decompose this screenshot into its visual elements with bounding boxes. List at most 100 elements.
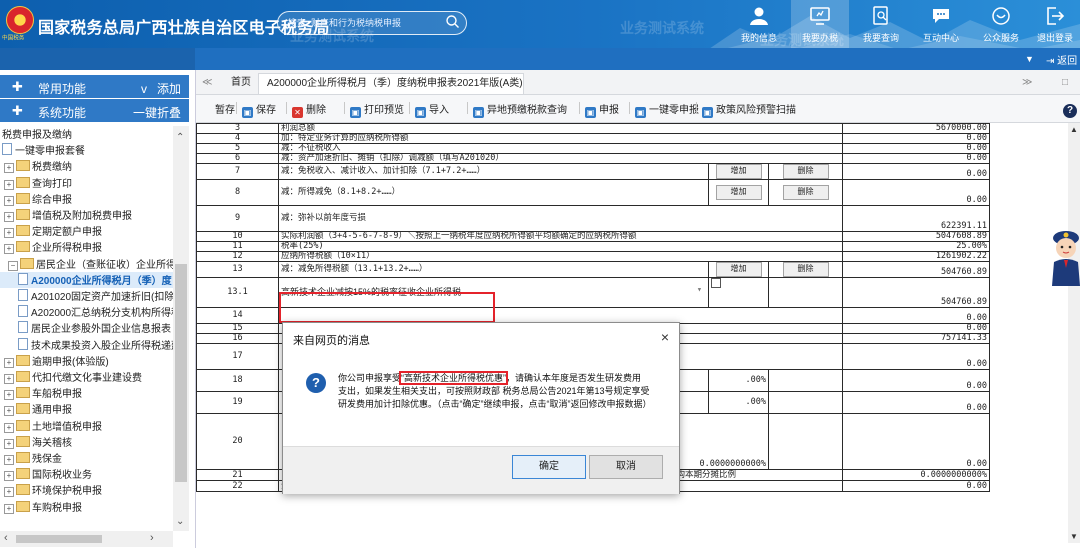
collapse-icon[interactable]: − <box>8 260 18 271</box>
expand-icon[interactable]: + <box>4 471 14 482</box>
scroll-thumb[interactable] <box>175 264 187 482</box>
expand-icon[interactable]: + <box>4 438 14 449</box>
search-input[interactable] <box>288 15 438 30</box>
tree-item[interactable]: + 国际税收业务 <box>0 466 173 482</box>
nav-public-service[interactable]: 公众服务 <box>972 0 1030 48</box>
assistant-avatar-icon[interactable] <box>1044 224 1080 286</box>
expand-icon[interactable]: + <box>4 195 14 206</box>
toolbar-button-query[interactable]: ▣ 异地预缴税款查询 <box>473 101 567 118</box>
tree-item[interactable]: + 定期定额户申报 <box>0 223 173 239</box>
tree-item[interactable]: 税费申报及缴纳 <box>0 126 173 142</box>
tree-item[interactable]: + 环境保护税申报 <box>0 482 173 498</box>
return-button[interactable]: ⇥ 返回 <box>1046 52 1077 67</box>
row-value-cell[interactable]: 0.00 <box>842 307 990 324</box>
row-value-cell[interactable]: 0.00 <box>842 153 990 164</box>
tab-scroll-left[interactable]: ≪ <box>202 73 212 94</box>
expand-icon[interactable]: + <box>4 163 14 174</box>
nav-interaction[interactable]: 互动中心 <box>912 0 970 48</box>
expand-icon[interactable]: + <box>4 244 14 255</box>
row-value-cell[interactable]: 757141.33 <box>842 333 990 344</box>
scroll-down-icon[interactable]: ⌄ <box>176 516 184 527</box>
relief-checkbox[interactable] <box>711 278 721 288</box>
tree-item[interactable]: 居民企业参股外国企业信息报表 <box>0 320 173 336</box>
scroll-up-icon[interactable]: ⌃ <box>176 132 184 143</box>
delete-row-button[interactable]: 删除 <box>782 262 829 277</box>
expand-icon[interactable]: + <box>4 357 14 368</box>
scroll-up-icon[interactable]: ▲ <box>1070 125 1078 134</box>
tree-item[interactable]: + 通用申报 <box>0 401 173 417</box>
add-row-button[interactable]: 增加 <box>715 262 762 277</box>
row-value-cell[interactable]: 0.00 <box>842 179 990 206</box>
collapse-all-button[interactable]: 一键折叠 <box>133 104 181 121</box>
common-functions-header[interactable]: ✚ 常用功能 v 添加 <box>0 75 189 98</box>
tree-item[interactable]: + 车购税申报 <box>0 499 173 515</box>
tree-item[interactable]: + 查询打印 <box>0 175 173 191</box>
delete-row-button[interactable]: 删除 <box>782 164 829 179</box>
toolbar-button-zero-declare[interactable]: ▣ 一键零申报 <box>635 101 699 118</box>
row-value-cell[interactable]: 0.00 <box>842 391 990 414</box>
row-value-cell[interactable]: 0.00 <box>842 480 990 492</box>
close-icon[interactable]: × <box>661 329 669 345</box>
expand-icon[interactable]: + <box>4 228 14 239</box>
toolbar-button-import[interactable]: ▣ 导入 <box>415 101 449 118</box>
row-value-cell[interactable]: 504760.89 <box>842 261 990 278</box>
tab-menu-icon[interactable]: □ <box>1062 73 1068 94</box>
row-value-cell[interactable]: 0.00 <box>842 133 990 144</box>
scroll-down-icon[interactable]: ▼ <box>1070 532 1078 541</box>
row-value-cell[interactable]: 0.00 <box>842 413 990 470</box>
form-scrollbar[interactable]: ▲ ▼ <box>1068 123 1080 543</box>
row-value-cell[interactable]: 504760.89 <box>842 277 990 308</box>
expand-icon[interactable]: + <box>4 487 14 498</box>
tree-item[interactable]: A201020固定资产加速折旧(扣除 <box>0 288 173 304</box>
sidebar-hscrollbar[interactable]: ‹ › <box>0 531 173 547</box>
tree-item[interactable]: + 海关稽核 <box>0 434 173 450</box>
expand-icon[interactable]: + <box>4 406 14 417</box>
row-value-cell[interactable]: 0.0000000000% <box>842 469 990 481</box>
row-value-cell[interactable]: 0.00 <box>842 343 990 370</box>
row-value-cell[interactable]: 0.00 <box>842 323 990 334</box>
tree-item[interactable]: 技术成果投资入股企业所得税递延 <box>0 337 173 353</box>
row-value-cell[interactable]: 0.00 <box>842 143 990 154</box>
row-value-cell[interactable]: 1261902.22 <box>842 251 990 262</box>
tree-item[interactable]: 一键零申报套餐 <box>0 142 173 158</box>
expand-icon[interactable]: + <box>4 503 14 514</box>
expand-icon[interactable]: + <box>4 374 14 384</box>
tree-item[interactable]: + 增值税及附加税费申报 <box>0 207 173 223</box>
dropdown-arrow-icon[interactable]: ▾ <box>697 286 702 295</box>
help-icon[interactable]: ? <box>1063 104 1077 118</box>
nav-tax-handling[interactable]: 我要办税 <box>791 0 849 48</box>
search-icon[interactable] <box>445 14 460 29</box>
tree-item[interactable]: − 居民企业（查账征收）企业所得税 <box>0 256 173 272</box>
ok-button[interactable]: 确定 <box>512 455 586 479</box>
sidebar-scrollbar[interactable]: ⌃ ⌄ <box>173 126 189 531</box>
expand-icon[interactable]: + <box>4 422 14 433</box>
system-functions-header[interactable]: ✚ 系统功能 一键折叠 <box>0 99 189 122</box>
add-favorite-button[interactable]: v 添加 <box>141 80 181 97</box>
toolbar-button-delete[interactable]: ✕ 删除 <box>292 101 326 118</box>
nav-query[interactable]: 我要查询 <box>852 0 910 48</box>
tree-item[interactable]: + 土地增值税申报 <box>0 418 173 434</box>
nav-my-info[interactable]: 我的信息 <box>730 0 788 48</box>
expand-icon[interactable]: + <box>4 179 14 190</box>
toolbar-button-print[interactable]: ▣ 打印预览 <box>350 101 404 118</box>
expand-icon[interactable]: + <box>4 212 14 222</box>
tree-item[interactable]: A200000企业所得税月（季）度 <box>0 271 173 288</box>
tree-item[interactable]: + 代扣代缴文化事业建设费 <box>0 369 173 385</box>
row-value-cell[interactable]: 25.00% <box>842 241 990 252</box>
row-value-cell[interactable]: 0.00 <box>842 163 990 180</box>
expand-icon[interactable]: + <box>4 390 14 401</box>
add-row-button[interactable]: 增加 <box>715 164 762 179</box>
toolbar-button-save[interactable]: ▣ 保存 <box>242 101 276 118</box>
toolbar-button-temp-save[interactable]: 暂存 <box>215 101 235 116</box>
row-value-cell[interactable]: 5047608.89 <box>842 231 990 242</box>
dropdown-triangle-icon[interactable]: ▼ <box>1025 54 1034 64</box>
search-box[interactable] <box>277 11 467 35</box>
tab-scroll-right[interactable]: ≫ <box>1022 73 1032 94</box>
row-value-cell[interactable]: 0.00 <box>842 369 990 392</box>
scroll-right-icon[interactable]: › <box>150 532 154 544</box>
toolbar-button-risk-scan[interactable]: ▣ 政策风险预警扫描 <box>702 101 796 118</box>
row-value-cell[interactable]: 622391.11 <box>842 205 990 232</box>
tree-item[interactable]: + 综合申报 <box>0 191 173 207</box>
nav-logout[interactable]: 退出登录 <box>1030 0 1080 48</box>
add-row-button[interactable]: 增加 <box>715 185 762 200</box>
